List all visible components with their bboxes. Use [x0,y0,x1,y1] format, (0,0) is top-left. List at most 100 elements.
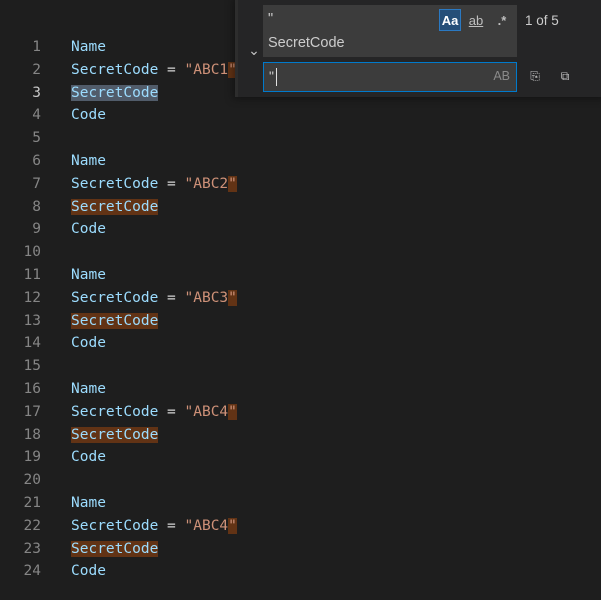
replace-all-icon: ⧉ [560,68,570,83]
code-line[interactable]: 20 [0,469,601,491]
code-token: = [158,61,185,78]
code-line[interactable]: 10 [0,241,601,263]
line-number: 9 [32,221,41,238]
whole-word-toggle[interactable]: ab [465,9,487,31]
line-content: SecretCode = "ABC4" [71,401,237,423]
code-line[interactable]: 16 Name [0,378,601,400]
line-content: SecretCode [71,424,159,446]
line-content: SecretCode [71,538,159,560]
toggle-replace-button[interactable]: ⌄ [245,40,263,60]
code-line[interactable]: 17 SecretCode = "ABC4" [0,401,601,423]
line-number: 22 [23,517,41,534]
search-match-highlight: SecretCode [71,426,159,443]
code-line[interactable]: 13 SecretCode [0,310,601,332]
replace-all-button[interactable]: ⧉ [555,66,575,86]
line-content: SecretCode [71,196,159,218]
replace-input[interactable]: " AB [263,62,517,92]
line-content: Code [71,332,106,354]
line-number: 12 [23,289,41,306]
search-match-highlight: SecretCode [71,84,159,101]
line-number: 2 [32,61,41,78]
code-token: SecretCode [71,517,159,534]
code-line[interactable]: 4 Code [0,104,601,126]
line-content: SecretCode = "ABC3" [71,287,237,309]
search-match-highlight: SecretCode [71,312,159,329]
code-line[interactable]: 12 SecretCode = "ABC3" [0,287,601,309]
replace-input-value: " [269,68,274,84]
search-match-highlight: SecretCode [71,198,159,215]
code-line[interactable]: 18 SecretCode [0,424,601,446]
code-token: Name [71,267,106,283]
code-line[interactable]: 8 SecretCode [0,196,601,218]
line-number: 17 [23,403,41,420]
line-content: Code [71,218,106,240]
line-content: SecretCode [71,82,159,104]
search-match-highlight: " [228,403,237,420]
find-input-line-1: " [268,11,274,27]
code-token: Name [71,153,106,169]
line-content: SecretCode = "ABC2" [71,173,237,195]
line-content: SecretCode = "ABC1" [71,59,237,81]
code-line[interactable]: 19 Code [0,446,601,468]
line-number: 24 [23,563,41,580]
code-token: SecretCode [71,403,159,420]
code-token: "ABC1 [184,61,229,78]
code-token: Code [71,563,106,580]
code-line[interactable]: 24 Code [0,560,601,582]
text-caret [276,68,277,86]
code-line[interactable]: 7 SecretCode = "ABC2" [0,173,601,195]
code-line[interactable]: 22 SecretCode = "ABC4" [0,515,601,537]
search-match-highlight: " [228,517,237,534]
line-number: 21 [23,495,41,511]
code-token: "ABC4 [184,403,229,420]
chevron-down-icon: ⌄ [248,41,260,58]
search-match-highlight: " [228,289,237,306]
line-number: 18 [23,426,41,443]
line-content: Name [71,378,106,400]
search-match-highlight: " [228,175,237,192]
code-line[interactable]: 5 [0,127,601,149]
code-line[interactable]: 15 [0,355,601,377]
code-token: Code [71,335,106,352]
code-line[interactable]: 11 Name [0,264,601,286]
preserve-case-toggle[interactable]: AB [493,69,510,83]
line-number: 4 [32,107,41,124]
line-content: Name [71,492,106,514]
code-line[interactable]: 9 Code [0,218,601,240]
code-line[interactable]: 23 SecretCode [0,538,601,560]
line-number: 14 [23,335,41,352]
code-token: = [158,403,185,420]
line-number: 6 [32,153,41,169]
line-number: 20 [23,472,41,489]
replace-icon: ⎘ [530,68,540,83]
code-line[interactable]: 21 Name [0,492,601,514]
line-number: 16 [23,381,41,397]
line-number: 3 [32,84,41,101]
line-number: 1 [32,39,41,55]
code-token: "ABC3 [184,289,229,306]
regex-toggle[interactable]: .* [491,9,513,31]
code-token: Code [71,449,106,466]
code-token: "ABC4 [184,517,229,534]
code-line[interactable]: 6 Name [0,150,601,172]
code-token: = [158,517,185,534]
code-token: Name [71,39,106,55]
match-count: 1 of 5 [525,13,559,28]
line-number: 8 [32,198,41,215]
line-number: 15 [23,358,41,375]
line-content: SecretCode = "ABC4" [71,515,237,537]
line-number: 11 [23,267,41,283]
line-number: 13 [23,312,41,329]
replace-button[interactable]: ⎘ [525,66,545,86]
code-token: SecretCode [71,175,159,192]
code-token: Name [71,381,106,397]
match-case-toggle[interactable]: Aa [439,9,461,31]
line-number: 23 [23,540,41,557]
find-input-line-2: SecretCode [268,35,345,51]
line-number: 10 [23,244,41,261]
code-token: = [158,175,185,192]
code-line[interactable]: 14 Code [0,332,601,354]
line-content: SecretCode [71,310,159,332]
line-content: Code [71,446,106,468]
find-input[interactable]: " SecretCode Aa ab .* [263,5,517,57]
